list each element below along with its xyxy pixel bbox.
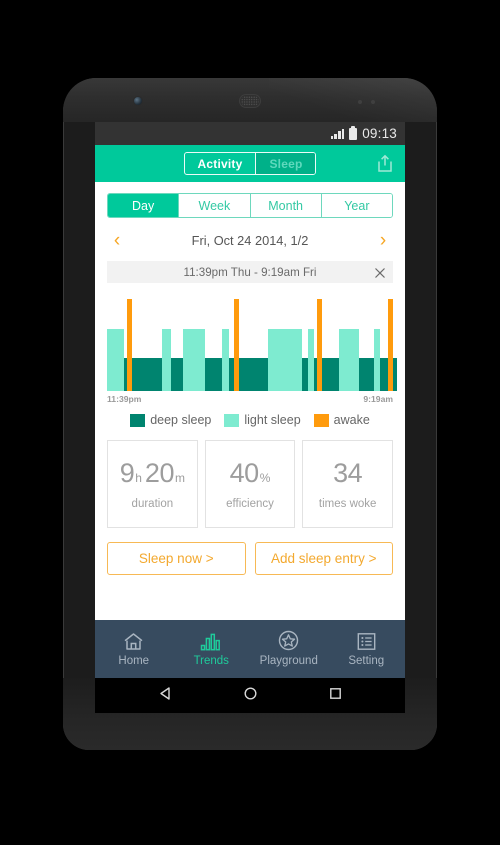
- android-softkeys: [95, 678, 405, 713]
- phone-frame: 09:13 Activity Sleep Day Week Month Year: [63, 78, 437, 750]
- sleep-segment-deep-sleep: [171, 358, 183, 391]
- chevron-left-icon[interactable]: ‹: [107, 231, 127, 250]
- add-sleep-entry-button[interactable]: Add sleep entry >: [254, 542, 393, 575]
- nav-label-playground: Playground: [259, 655, 318, 667]
- sleep-segment-deep-sleep: [239, 358, 268, 391]
- times-woke-value: 34: [333, 458, 363, 488]
- earpiece-speaker: [239, 94, 261, 108]
- legend-swatch-deep-sleep: [130, 413, 146, 427]
- range-tab-day[interactable]: Day: [108, 194, 179, 217]
- sleep-chart-plot: [107, 299, 397, 391]
- star-circle-icon: [278, 630, 299, 651]
- nav-item-setting[interactable]: Setting: [328, 620, 406, 678]
- recents-button[interactable]: [328, 686, 343, 706]
- stat-caption-duration: duration: [131, 498, 174, 510]
- stat-card-duration: 9 h 20 m duration: [107, 440, 198, 528]
- legend-swatch-light-sleep: [224, 413, 240, 427]
- stat-value-times-woke: 34: [333, 458, 363, 489]
- nav-label-home: Home: [118, 655, 150, 667]
- sleep-segment-light-sleep: [222, 329, 229, 391]
- sleep-segment-light-sleep: [339, 329, 359, 391]
- range-tabs[interactable]: Day Week Month Year: [107, 193, 393, 218]
- stat-caption-times-woke: times woke: [318, 498, 377, 510]
- phone-screen: 09:13 Activity Sleep Day Week Month Year: [95, 122, 405, 678]
- sleep-chart-axis: 11:39pm 9:19am: [107, 394, 393, 404]
- earpiece-mesh: [241, 96, 259, 106]
- sleep-segment-light-sleep: [268, 329, 302, 391]
- sleep-segment-awake: [234, 299, 239, 391]
- sleep-chart: 11:39pm 9:19am deep sleep light sleep awak…: [107, 299, 397, 427]
- front-camera-icon: [134, 97, 142, 105]
- mode-toggle[interactable]: Activity Sleep: [183, 152, 317, 175]
- stat-caption-efficiency: efficiency: [226, 498, 274, 510]
- list-icon: [357, 631, 376, 651]
- bezel-gloss: [268, 78, 437, 122]
- nav-label-trends: Trends: [193, 655, 229, 667]
- legend-swatch-awake: [313, 413, 329, 427]
- sleep-segment-awake: [388, 299, 393, 391]
- legend-label-awake: awake: [333, 413, 370, 427]
- stat-card-efficiency: 40 % efficiency: [204, 440, 296, 528]
- stat-value-duration: 9 h 20 m: [120, 458, 185, 489]
- efficiency-unit: %: [259, 471, 271, 485]
- axis-label-start: 11:39pm: [107, 394, 142, 404]
- bar-chart-icon: [200, 631, 223, 651]
- legend-label-deep-sleep: deep sleep: [150, 413, 212, 427]
- time-range-label: 11:39pm Thu - 9:19am Fri: [183, 265, 317, 279]
- duration-minutes-unit: m: [174, 471, 185, 485]
- efficiency-value: 40: [229, 458, 260, 488]
- sleep-segment-light-sleep: [162, 329, 171, 391]
- status-bar-clock: 09:13: [362, 126, 397, 141]
- phone-top-bezel: [63, 78, 437, 122]
- sleep-segment-deep-sleep: [322, 358, 339, 391]
- sleep-segment-awake: [127, 299, 132, 391]
- nav-label-setting: Setting: [348, 655, 385, 667]
- app-bar: Activity Sleep: [95, 145, 405, 182]
- sleep-now-button[interactable]: Sleep now >: [107, 542, 246, 575]
- sleep-segment-deep-sleep: [205, 358, 222, 391]
- share-button[interactable]: [374, 153, 396, 175]
- action-buttons: Sleep now > Add sleep entry >: [107, 542, 393, 575]
- proximity-sensors: [358, 100, 380, 104]
- axis-label-end: 9:19am: [363, 394, 393, 404]
- duration-minutes: 20: [144, 458, 175, 488]
- back-button[interactable]: [158, 686, 173, 706]
- range-tab-month[interactable]: Month: [249, 194, 321, 217]
- legend-item-light-sleep: light sleep: [224, 413, 301, 427]
- sleep-chart-legend: deep sleep light sleep awake: [107, 413, 393, 427]
- mode-tab-sleep[interactable]: Sleep: [255, 153, 316, 174]
- close-icon[interactable]: [374, 266, 386, 278]
- bottom-navigation: Home Trends Playground Setting: [95, 620, 405, 678]
- sleep-segment-awake: [317, 299, 322, 391]
- sleep-segment-deep-sleep: [302, 358, 308, 391]
- nav-item-home[interactable]: Home: [95, 620, 173, 678]
- home-button[interactable]: [243, 686, 258, 706]
- date-label: Fri, Oct 24 2014, 1/2: [191, 232, 309, 248]
- date-navigator: ‹ Fri, Oct 24 2014, 1/2 ›: [107, 227, 393, 253]
- mode-tab-activity[interactable]: Activity: [185, 153, 256, 174]
- signal-bars-icon: [330, 128, 345, 139]
- sleep-segment-light-sleep: [183, 329, 205, 391]
- duration-hours: 9: [119, 458, 135, 488]
- battery-icon: [349, 125, 358, 140]
- sleep-segment-deep-sleep: [132, 358, 162, 391]
- sleep-segment-light-sleep: [107, 329, 124, 391]
- legend-label-light-sleep: light sleep: [244, 413, 301, 427]
- legend-item-deep-sleep: deep sleep: [130, 413, 211, 427]
- time-range-pill: 11:39pm Thu - 9:19am Fri: [107, 261, 393, 283]
- home-icon: [123, 631, 144, 651]
- nav-item-playground[interactable]: Playground: [250, 620, 328, 678]
- stat-value-efficiency: 40 %: [230, 458, 271, 489]
- range-tab-week[interactable]: Week: [178, 194, 250, 217]
- stat-card-times-woke: 34 times woke: [302, 440, 394, 528]
- range-tab-year[interactable]: Year: [320, 194, 392, 217]
- duration-hours-unit: h: [135, 471, 142, 485]
- stats-row: 9 h 20 m duration 40 % efficiency 34 tim…: [107, 440, 394, 528]
- legend-item-awake: awake: [313, 413, 370, 427]
- nav-item-trends[interactable]: Trends: [173, 620, 251, 678]
- chevron-right-icon[interactable]: ›: [373, 231, 393, 250]
- status-bar: 09:13: [95, 122, 405, 145]
- sleep-segment-deep-sleep: [359, 358, 374, 391]
